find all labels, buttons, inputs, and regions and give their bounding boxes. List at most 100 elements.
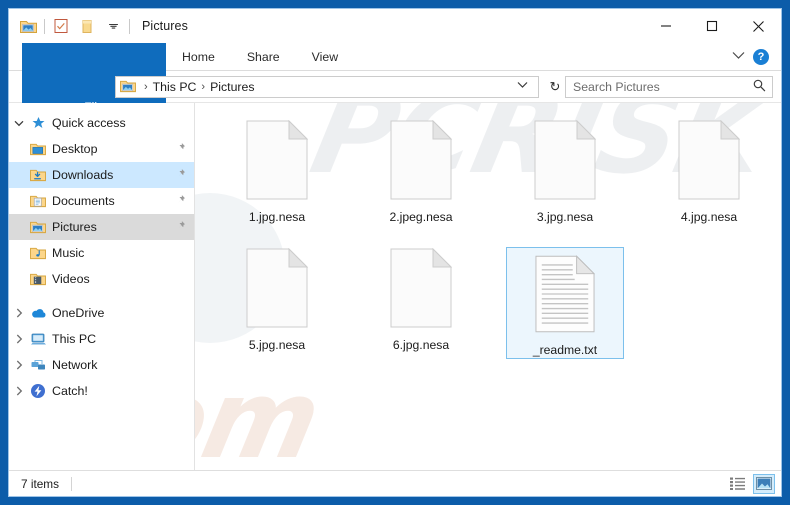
pictures-folder-icon	[120, 79, 136, 95]
help-icon[interactable]: ?	[753, 49, 769, 65]
pictures-folder-icon[interactable]	[15, 13, 41, 39]
chevron-down-icon[interactable]	[9, 120, 29, 127]
details-view-button[interactable]	[726, 474, 748, 494]
breadcrumb[interactable]: › This PC › Pictures	[115, 75, 539, 98]
blank-file-icon	[385, 117, 457, 203]
file-item[interactable]: 1.jpg.nesa	[205, 111, 349, 239]
documents-folder-icon	[29, 193, 47, 209]
file-item-selected[interactable]: _readme.txt	[506, 247, 624, 359]
sidebar-item-downloads[interactable]: Downloads	[9, 162, 194, 188]
properties-checklist-icon[interactable]	[48, 13, 74, 39]
maximize-button[interactable]	[689, 9, 735, 43]
sidebar-label: This PC	[52, 332, 97, 346]
pin-icon[interactable]	[175, 142, 186, 156]
sidebar-item-music[interactable]: Music	[9, 240, 194, 266]
breadcrumb-dropdown-icon[interactable]	[511, 81, 534, 92]
breadcrumb-this-pc[interactable]: This PC	[153, 80, 197, 94]
status-bar: 7 items	[9, 470, 781, 496]
window-title: Pictures	[142, 19, 188, 33]
sidebar-label: Documents	[52, 194, 115, 208]
sidebar-label: OneDrive	[52, 306, 105, 320]
blank-file-icon	[673, 117, 745, 203]
chevron-right-icon[interactable]	[9, 308, 29, 318]
blank-file-icon	[241, 117, 313, 203]
file-name: 4.jpg.nesa	[680, 210, 738, 224]
sidebar-item-this-pc[interactable]: This PC	[9, 326, 194, 352]
sidebar-item-network[interactable]: Network	[9, 352, 194, 378]
sidebar-label: Videos	[52, 272, 90, 286]
sidebar-label: Network	[52, 358, 98, 372]
pictures-folder-icon	[29, 219, 47, 235]
desktop-background: Pictures File Home Share View	[0, 0, 790, 505]
file-explorer-window: Pictures File Home Share View	[8, 8, 782, 497]
status-divider	[71, 476, 73, 491]
refresh-icon[interactable]: ↻	[545, 79, 565, 95]
file-item[interactable]: 2.jpeg.nesa	[349, 111, 493, 239]
sidebar-label: Pictures	[52, 220, 97, 234]
star-pin-icon	[29, 115, 47, 131]
sidebar-item-videos[interactable]: Videos	[9, 266, 194, 292]
customize-dropdown-icon[interactable]	[100, 13, 126, 39]
watermark-text-bottom: isk.com	[195, 358, 330, 470]
close-button[interactable]	[735, 9, 781, 43]
quick-access-toolbar	[15, 13, 133, 39]
title-bar: Pictures	[9, 9, 781, 43]
file-item[interactable]: 4.jpg.nesa	[637, 111, 781, 239]
file-grid: 1.jpg.nesa 2.jpeg.nesa 3.jpg.nesa 4.jpg.…	[195, 103, 781, 367]
file-item[interactable]: 6.jpg.nesa	[349, 239, 493, 367]
sidebar-label: Quick access	[52, 116, 126, 130]
file-name: 2.jpeg.nesa	[389, 210, 453, 224]
search-placeholder: Search Pictures	[573, 79, 660, 94]
videos-folder-icon	[29, 271, 47, 287]
window-body: Quick access Desktop Downloads Documents…	[9, 103, 781, 470]
music-folder-icon	[29, 245, 47, 261]
file-name: 6.jpg.nesa	[392, 338, 450, 352]
navigation-pane: Quick access Desktop Downloads Documents…	[9, 103, 195, 470]
file-item[interactable]: 3.jpg.nesa	[493, 111, 637, 239]
downloads-folder-icon	[29, 167, 47, 183]
pin-icon[interactable]	[175, 194, 186, 208]
sidebar-label: Catch!	[52, 384, 88, 398]
pin-icon[interactable]	[175, 220, 186, 234]
new-folder-icon[interactable]	[74, 13, 100, 39]
sidebar-item-quick-access[interactable]: Quick access	[9, 110, 194, 136]
pin-icon[interactable]	[175, 168, 186, 182]
search-icon[interactable]	[753, 79, 766, 95]
file-list-view[interactable]: PCRISK isk.com 1.jpg.nesa	[195, 103, 781, 470]
blank-file-icon	[529, 117, 601, 203]
large-icons-view-button[interactable]	[753, 473, 775, 494]
ribbon-right-controls: ?	[732, 43, 777, 71]
file-name: 5.jpg.nesa	[248, 338, 306, 352]
breadcrumb-pictures[interactable]: Pictures	[210, 80, 254, 94]
sidebar-item-desktop[interactable]: Desktop	[9, 136, 194, 162]
breadcrumb-separator: ›	[144, 80, 148, 93]
view-mode-buttons	[726, 473, 775, 494]
file-item[interactable]: 5.jpg.nesa	[205, 239, 349, 367]
blank-file-icon	[385, 245, 457, 331]
chevron-right-icon[interactable]	[9, 360, 29, 370]
tab-view[interactable]: View	[296, 43, 354, 70]
file-name: 3.jpg.nesa	[536, 210, 594, 224]
sidebar-item-pictures[interactable]: Pictures	[9, 214, 194, 240]
sidebar-gap-1	[9, 292, 194, 300]
search-input[interactable]: Search Pictures	[565, 75, 773, 98]
sidebar-item-onedrive[interactable]: OneDrive	[9, 300, 194, 326]
toolbar-divider-1	[44, 18, 45, 34]
ribbon-tab-bar: File Home Share View ?	[9, 43, 781, 171]
window-controls	[643, 9, 781, 43]
chevron-down-icon[interactable]	[732, 51, 745, 63]
text-file-icon	[529, 252, 601, 336]
minimize-button[interactable]	[643, 9, 689, 43]
file-name: _readme.txt	[532, 343, 598, 357]
chevron-right-icon[interactable]	[9, 386, 29, 396]
catch-app-icon	[29, 383, 47, 399]
item-count: 7 items	[21, 476, 60, 491]
tab-home[interactable]: Home	[166, 43, 231, 70]
sidebar-item-catch[interactable]: Catch!	[9, 378, 194, 404]
network-icon	[29, 357, 47, 373]
file-name: 1.jpg.nesa	[248, 210, 306, 224]
chevron-right-icon[interactable]	[9, 334, 29, 344]
tab-share[interactable]: Share	[231, 43, 296, 70]
sidebar-item-documents[interactable]: Documents	[9, 188, 194, 214]
sidebar-label: Downloads	[52, 168, 114, 182]
